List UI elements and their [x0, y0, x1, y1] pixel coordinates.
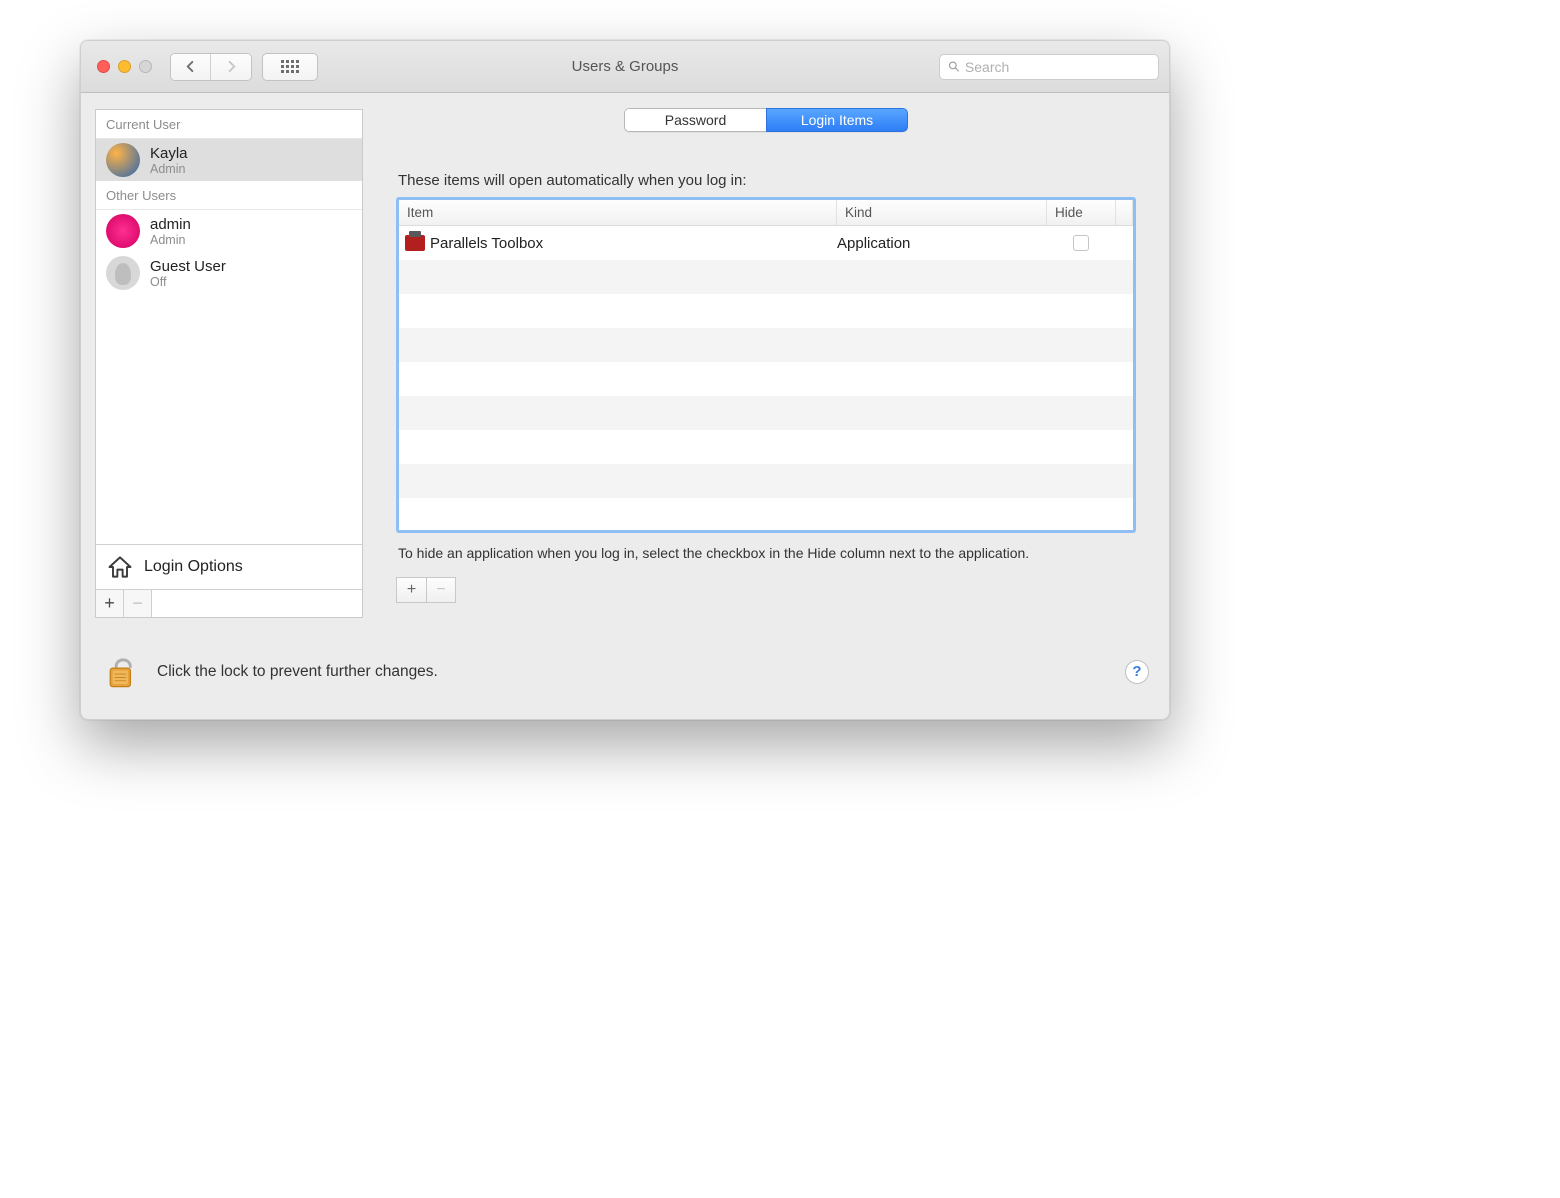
table-row	[399, 294, 1133, 328]
help-button[interactable]: ?	[1125, 660, 1149, 684]
lock-text: Click the lock to prevent further change…	[157, 663, 438, 681]
user-name: Kayla	[150, 145, 188, 162]
column-header-hide[interactable]: Hide	[1047, 200, 1115, 225]
minimize-icon[interactable]	[118, 60, 131, 73]
users-sidebar: Current User Kayla Admin Other Users adm…	[95, 109, 363, 618]
item-add-remove: + −	[396, 577, 1136, 603]
forward-button[interactable]	[211, 54, 251, 80]
cell-kind: Application	[837, 235, 1047, 252]
search-field[interactable]	[939, 54, 1159, 80]
window-title: Users & Groups	[572, 58, 679, 75]
avatar-icon	[106, 143, 140, 177]
table-row	[399, 430, 1133, 464]
zoom-icon	[139, 60, 152, 73]
section-label-other-users: Other Users	[96, 181, 362, 210]
section-label-current-user: Current User	[96, 110, 362, 139]
tab-login-items[interactable]: Login Items	[766, 108, 908, 132]
user-role: Off	[150, 275, 226, 289]
table-row	[399, 362, 1133, 396]
sidebar-item-user[interactable]: Guest User Off	[96, 252, 362, 294]
add-item-button[interactable]: +	[396, 577, 426, 603]
hide-checkbox[interactable]	[1073, 235, 1089, 251]
scroll-gutter	[1115, 200, 1133, 225]
prefs-window: Users & Groups Current User Kayla Admin …	[80, 40, 1170, 720]
column-header-item[interactable]: Item	[399, 200, 837, 225]
lock-row: Click the lock to prevent further change…	[81, 628, 1169, 719]
sidebar-footer: + −	[96, 589, 362, 617]
sidebar-item-user[interactable]: admin Admin	[96, 210, 362, 252]
table-row	[399, 396, 1133, 430]
lock-button[interactable]	[105, 648, 139, 695]
close-icon[interactable]	[97, 60, 110, 73]
avatar-icon	[106, 256, 140, 290]
app-icon	[405, 235, 425, 251]
panel-caption: These items will open automatically when…	[398, 172, 1136, 189]
user-role: Admin	[150, 162, 188, 176]
tab-bar: Password Login Items	[624, 108, 908, 132]
login-options-button[interactable]: Login Options	[96, 544, 362, 589]
table-row[interactable]: Parallels Toolbox Application	[399, 226, 1133, 260]
chevron-right-icon	[226, 61, 237, 72]
table-row	[399, 464, 1133, 498]
grid-icon	[281, 60, 299, 73]
table-row	[399, 498, 1133, 530]
house-icon	[106, 553, 134, 581]
content-area: Current User Kayla Admin Other Users adm…	[81, 93, 1169, 628]
hint-text: To hide an application when you log in, …	[398, 543, 1136, 563]
add-user-button[interactable]: +	[96, 590, 124, 617]
sidebar-item-current-user[interactable]: Kayla Admin	[96, 139, 362, 181]
user-role: Admin	[150, 233, 191, 247]
traffic-lights	[97, 60, 152, 73]
column-header-kind[interactable]: Kind	[837, 200, 1047, 225]
table-header: Item Kind Hide	[399, 200, 1133, 226]
search-icon	[948, 60, 960, 73]
remove-user-button: −	[124, 590, 152, 617]
search-input[interactable]	[965, 59, 1150, 75]
table-row	[399, 328, 1133, 362]
tab-password[interactable]: Password	[624, 108, 766, 132]
user-name: Guest User	[150, 258, 226, 275]
table-body: Parallels Toolbox Application	[399, 226, 1133, 530]
nav-buttons	[170, 53, 252, 81]
titlebar: Users & Groups	[81, 41, 1169, 93]
login-options-label: Login Options	[144, 558, 243, 576]
lock-open-icon	[105, 648, 139, 690]
main-panel: Password Login Items These items will op…	[377, 109, 1155, 618]
remove-item-button: −	[426, 577, 456, 603]
back-button[interactable]	[171, 54, 211, 80]
cell-item: Parallels Toolbox	[430, 235, 543, 252]
user-name: admin	[150, 216, 191, 233]
login-items-table[interactable]: Item Kind Hide Parallels Toolbox Applica…	[396, 197, 1136, 533]
chevron-left-icon	[185, 61, 196, 72]
table-row	[399, 260, 1133, 294]
avatar-icon	[106, 214, 140, 248]
show-all-button[interactable]	[262, 53, 318, 81]
